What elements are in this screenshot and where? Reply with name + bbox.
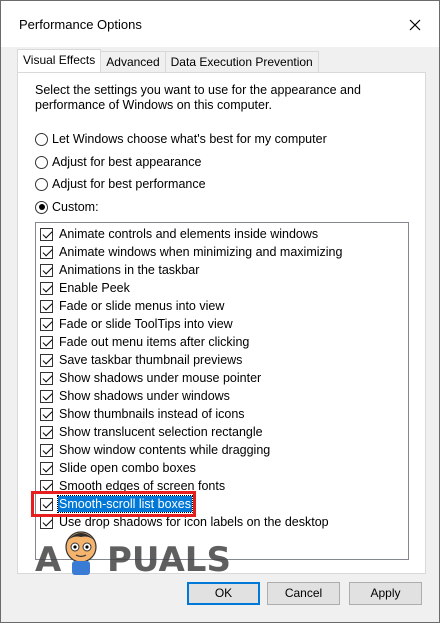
checkbox[interactable] <box>40 353 53 367</box>
radio-button[interactable] <box>35 200 48 214</box>
item-label: Enable Peek <box>59 281 130 295</box>
list-item[interactable]: Smooth edges of screen fonts <box>40 477 226 495</box>
checkbox[interactable] <box>40 245 53 259</box>
close-icon <box>409 19 421 31</box>
checkbox[interactable] <box>40 479 53 493</box>
svg-text:PUALS: PUALS <box>107 540 231 575</box>
list-item[interactable]: Animate windows when minimizing and maxi… <box>40 243 343 261</box>
cancel-button[interactable]: Cancel <box>267 582 340 605</box>
mascot-icon <box>65 531 97 575</box>
close-button[interactable] <box>401 11 429 39</box>
radio-best-performance[interactable]: Adjust for best performance <box>35 176 206 192</box>
tab-data-execution-prevention[interactable]: Data Execution Prevention <box>164 51 319 72</box>
checkbox[interactable] <box>40 425 53 439</box>
title-bar[interactable]: Performance Options <box>1 1 439 47</box>
checkbox[interactable] <box>40 443 53 457</box>
svg-text:A: A <box>35 540 62 575</box>
radio-label: Custom: <box>52 200 99 214</box>
radio-custom[interactable]: Custom: <box>35 199 99 215</box>
checkbox[interactable] <box>40 497 53 511</box>
item-label: Animations in the taskbar <box>59 263 200 277</box>
list-item[interactable]: Animations in the taskbar <box>40 261 200 279</box>
item-label: Show thumbnails instead of icons <box>59 407 245 421</box>
item-label: Show translucent selection rectangle <box>59 425 263 439</box>
item-label: Fade or slide ToolTips into view <box>59 317 233 331</box>
checkbox[interactable] <box>40 371 53 385</box>
checkbox[interactable] <box>40 263 53 277</box>
checkbox[interactable] <box>40 281 53 295</box>
item-label: Save taskbar thumbnail previews <box>59 353 243 367</box>
checkbox[interactable] <box>40 227 53 241</box>
performance-options-window: Performance Options Visual Effects Advan… <box>0 0 440 623</box>
checkbox[interactable] <box>40 299 53 313</box>
tab-strip: Visual Effects Advanced Data Execution P… <box>17 49 319 72</box>
item-label: Fade or slide menus into view <box>59 299 225 313</box>
checkbox[interactable] <box>40 407 53 421</box>
list-item[interactable]: Fade out menu items after clicking <box>40 333 250 351</box>
radio-label: Adjust for best performance <box>52 177 206 191</box>
radio-button[interactable] <box>35 155 48 169</box>
description-text: Select the settings you want to use for … <box>35 83 361 112</box>
list-item[interactable]: Show window contents while dragging <box>40 441 271 459</box>
radio-let-windows-choose[interactable]: Let Windows choose what's best for my co… <box>35 131 327 147</box>
radio-button[interactable] <box>35 132 48 146</box>
list-item[interactable]: Save taskbar thumbnail previews <box>40 351 243 369</box>
tab-visual-effects[interactable]: Visual Effects <box>17 49 102 72</box>
list-item[interactable]: Fade or slide ToolTips into view <box>40 315 234 333</box>
window-title: Performance Options <box>19 17 142 32</box>
item-label: Slide open combo boxes <box>59 461 196 475</box>
list-item[interactable]: Fade or slide menus into view <box>40 297 225 315</box>
list-item[interactable]: Animate controls and elements inside win… <box>40 225 319 243</box>
visual-effects-panel: Select the settings you want to use for … <box>17 72 426 574</box>
list-item[interactable]: Slide open combo boxes <box>40 459 197 477</box>
radio-button[interactable] <box>35 177 48 191</box>
list-item[interactable]: Show thumbnails instead of icons <box>40 405 246 423</box>
item-label: Show shadows under windows <box>59 389 230 403</box>
list-item[interactable]: Enable Peek <box>40 279 131 297</box>
item-label: Show shadows under mouse pointer <box>59 371 262 385</box>
list-item[interactable]: Show translucent selection rectangle <box>40 423 264 441</box>
tab-advanced[interactable]: Advanced <box>100 51 166 72</box>
radio-label: Let Windows choose what's best for my co… <box>52 132 327 146</box>
item-label: Smooth-scroll list boxes <box>57 495 193 513</box>
checkbox[interactable] <box>40 461 53 475</box>
item-label: Fade out menu items after clicking <box>59 335 250 349</box>
checkbox[interactable] <box>40 335 53 349</box>
item-label: Animate windows when minimizing and maxi… <box>59 245 343 259</box>
apply-button[interactable]: Apply <box>349 582 422 605</box>
ok-button[interactable]: OK <box>187 582 260 605</box>
item-label: Animate controls and elements inside win… <box>59 227 319 241</box>
radio-label: Adjust for best appearance <box>52 155 202 169</box>
checkbox[interactable] <box>40 317 53 331</box>
item-label: Smooth edges of screen fonts <box>59 479 226 493</box>
appuals-watermark-logo: A PUALS <box>35 531 231 575</box>
item-label: Show window contents while dragging <box>59 443 271 457</box>
radio-best-appearance[interactable]: Adjust for best appearance <box>35 154 201 170</box>
checkbox[interactable] <box>40 389 53 403</box>
list-item[interactable]: Show shadows under windows <box>40 387 231 405</box>
list-item-selected[interactable]: Smooth-scroll list boxes <box>40 495 193 513</box>
list-item[interactable]: Show shadows under mouse pointer <box>40 369 262 387</box>
effects-listbox[interactable]: Animate controls and elements inside win… <box>35 222 409 560</box>
